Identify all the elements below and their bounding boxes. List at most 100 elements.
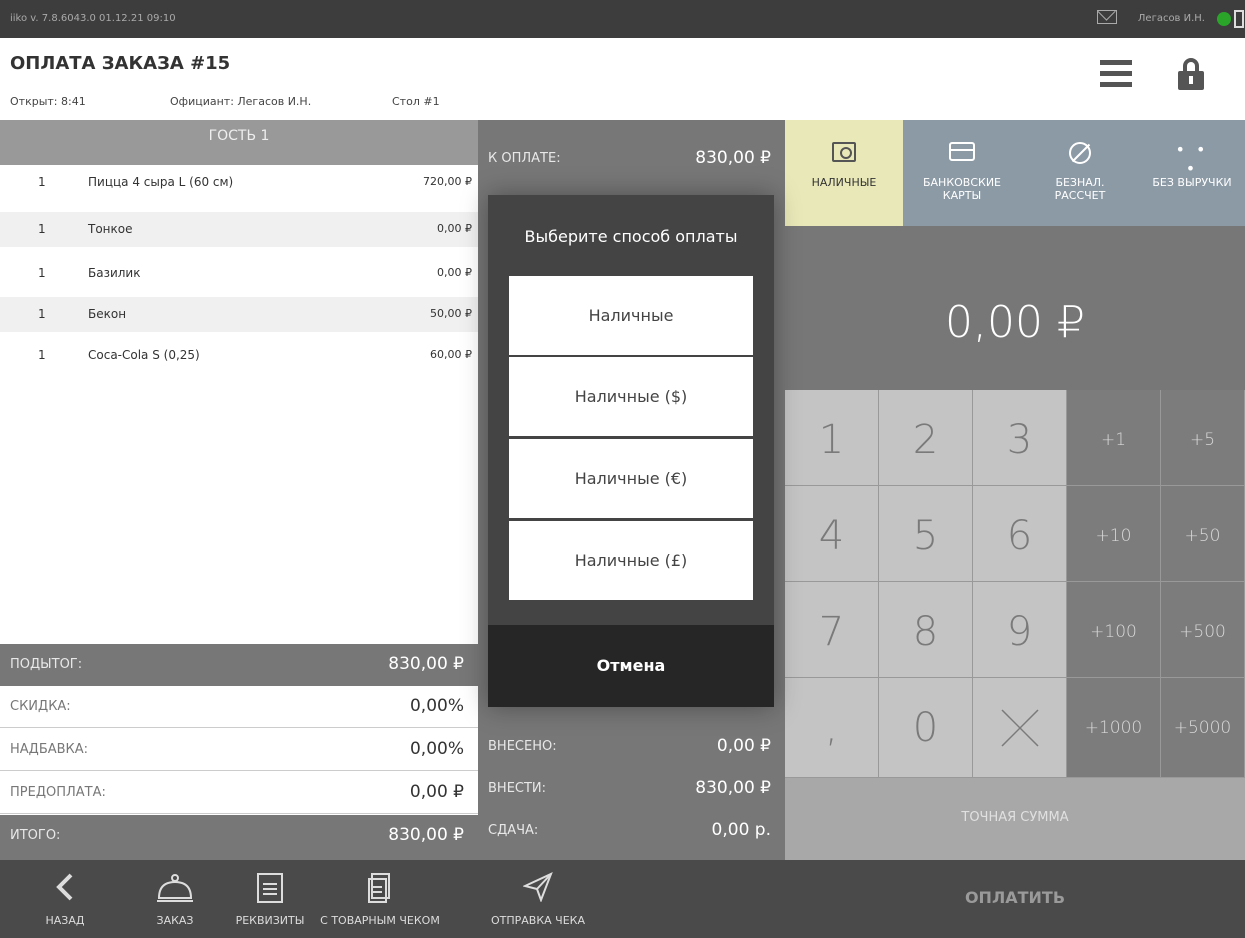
with-receipt-button[interactable]: С ТОВАРНЫМ ЧЕКОМ (315, 860, 445, 938)
key-4[interactable]: 4 (785, 486, 879, 582)
discount-row[interactable]: СКИДКА: 0,00% (0, 686, 478, 728)
waiter-name: Официант: Легасов И.Н. (170, 95, 312, 108)
tab-no-revenue[interactable]: • • • БЕЗ ВЫРУЧКИ (1139, 120, 1245, 226)
app-version: iiko v. 7.8.6043.0 01.12.21 09:10 (10, 13, 176, 24)
item-qty: 1 (38, 348, 46, 362)
back-button[interactable]: НАЗАД (20, 860, 110, 938)
order-item[interactable]: 1 Coca-Cola S (0,25) 60,00 ₽ (0, 338, 478, 373)
lock-icon[interactable] (1178, 58, 1204, 90)
menu-icon[interactable] (1100, 60, 1132, 90)
paid-label: ВНЕСЕНО: (488, 739, 557, 754)
due-label: ВНЕСТИ: (488, 781, 547, 796)
key-7[interactable]: 7 (785, 582, 879, 678)
prepayment-label: ПРЕДОПЛАТА: (10, 785, 106, 800)
item-price: 0,00 ₽ (437, 266, 472, 279)
item-price: 60,00 ₽ (430, 348, 472, 361)
key-2[interactable]: 2 (879, 390, 973, 486)
order-item[interactable]: 1 Пицца 4 сыра L (60 см) 720,00 ₽ (0, 165, 478, 200)
send-icon (523, 872, 553, 902)
tab-cashless-label: БЕЗНАЛ. РАССЧЕТ (1054, 176, 1106, 202)
opened-time: Открыт: 8:41 (10, 95, 86, 108)
subtotal-row: ПОДЫТОГ: 830,00 ₽ (0, 644, 478, 686)
key-1[interactable]: 1 (785, 390, 879, 486)
key-plus-1[interactable]: +1 (1067, 390, 1161, 486)
item-qty: 1 (38, 307, 46, 321)
cancel-button[interactable]: Отмена (488, 625, 774, 707)
cash-icon (832, 142, 856, 162)
amount-display: 0,00 ₽ (785, 226, 1245, 390)
key-plus-5000[interactable]: +5000 (1161, 678, 1245, 778)
connection-status-icon (1217, 12, 1231, 26)
option-cash-eur[interactable]: Наличные (€) (509, 439, 753, 518)
back-label: НАЗАД (45, 914, 85, 927)
surcharge-value: 0,00% (409, 739, 464, 759)
option-cash[interactable]: Наличные (509, 276, 753, 355)
key-9[interactable]: 9 (973, 582, 1067, 678)
receipt-icon (368, 873, 390, 903)
surcharge-row[interactable]: НАДБАВКА: 0,00% (0, 729, 478, 771)
tab-cash-label: НАЛИЧНЫЕ (811, 176, 877, 189)
paid-value: 0,00 ₽ (716, 736, 771, 756)
clear-key[interactable] (973, 678, 1067, 778)
guest-header[interactable]: ГОСТЬ 1 (0, 120, 478, 165)
with-receipt-label: С ТОВАРНЫМ ЧЕКОМ (320, 914, 440, 927)
key-plus-1000[interactable]: +1000 (1067, 678, 1161, 778)
requisites-button[interactable]: РЕКВИЗИТЫ (225, 860, 315, 938)
due-value: 830,00 ₽ (695, 778, 771, 798)
key-0[interactable]: 0 (879, 678, 973, 778)
item-price: 0,00 ₽ (437, 222, 472, 235)
more-icon: • • • (1175, 140, 1209, 178)
back-icon (56, 873, 73, 901)
key-3[interactable]: 3 (973, 390, 1067, 486)
tab-bank-cards-label: БАНКОВСКИЕ КАРТЫ (922, 176, 1002, 202)
to-pay-value: 830,00 ₽ (695, 148, 771, 168)
document-icon (257, 873, 283, 903)
device-icon (1234, 10, 1244, 28)
item-name: Тонкое (88, 222, 133, 236)
item-qty: 1 (38, 222, 46, 236)
order-button[interactable]: ЗАКАЗ (130, 860, 220, 938)
key-plus-10[interactable]: +10 (1067, 486, 1161, 582)
key-comma[interactable]: , (785, 678, 879, 778)
current-user: Легасов И.Н. (1137, 13, 1205, 24)
total-value: 830,00 ₽ (388, 825, 464, 845)
total-label: ИТОГО: (10, 828, 61, 843)
key-5[interactable]: 5 (879, 486, 973, 582)
item-name: Пицца 4 сыра L (60 см) (88, 175, 234, 189)
item-name: Coca-Cola S (0,25) (88, 348, 200, 362)
status-bar: iiko v. 7.8.6043.0 01.12.21 09:10 Легасо… (0, 0, 1245, 38)
cashless-icon (1069, 142, 1091, 164)
option-cash-usd[interactable]: Наличные ($) (509, 357, 753, 436)
item-price: 50,00 ₽ (430, 307, 472, 320)
option-cash-gbp[interactable]: Наличные (£) (509, 521, 753, 600)
key-plus-500[interactable]: +500 (1161, 582, 1245, 678)
total-row: ИТОГО: 830,00 ₽ (0, 815, 478, 860)
card-icon (949, 142, 975, 161)
exact-amount-button[interactable]: ТОЧНАЯ СУММА (785, 778, 1245, 860)
item-name: Базилик (88, 266, 141, 280)
key-plus-100[interactable]: +100 (1067, 582, 1161, 678)
item-price: 720,00 ₽ (423, 175, 472, 188)
order-item[interactable]: 1 Тонкое 0,00 ₽ (0, 212, 478, 247)
key-plus-5[interactable]: +5 (1161, 390, 1245, 486)
mail-icon[interactable] (1097, 10, 1117, 24)
send-receipt-button[interactable]: ОТПРАВКА ЧЕКА (488, 860, 588, 938)
to-pay-label: К ОПЛАТЕ: (488, 151, 561, 166)
item-name: Бекон (88, 307, 127, 321)
key-6[interactable]: 6 (973, 486, 1067, 582)
order-item[interactable]: 1 Базилик 0,00 ₽ (0, 256, 478, 291)
prepayment-row[interactable]: ПРЕДОПЛАТА: 0,00 ₽ (0, 772, 478, 814)
order-item[interactable]: 1 Бекон 50,00 ₽ (0, 297, 478, 332)
key-plus-50[interactable]: +50 (1161, 486, 1245, 582)
discount-label: СКИДКА: (10, 699, 71, 714)
page-header: ОПЛАТА ЗАКАЗА #15 Открыт: 8:41 Официант:… (0, 38, 1245, 120)
order-label: ЗАКАЗ (156, 914, 194, 927)
pay-button[interactable]: ОПЛАТИТЬ (785, 860, 1245, 938)
key-8[interactable]: 8 (879, 582, 973, 678)
tab-cash[interactable]: НАЛИЧНЫЕ (785, 120, 903, 226)
tab-bank-cards[interactable]: БАНКОВСКИЕ КАРТЫ (903, 120, 1021, 226)
dialog-title: Выберите способ оплаты (524, 227, 738, 246)
table-number: Стол #1 (392, 95, 440, 108)
surcharge-label: НАДБАВКА: (10, 742, 89, 757)
tab-cashless[interactable]: БЕЗНАЛ. РАССЧЕТ (1021, 120, 1139, 226)
